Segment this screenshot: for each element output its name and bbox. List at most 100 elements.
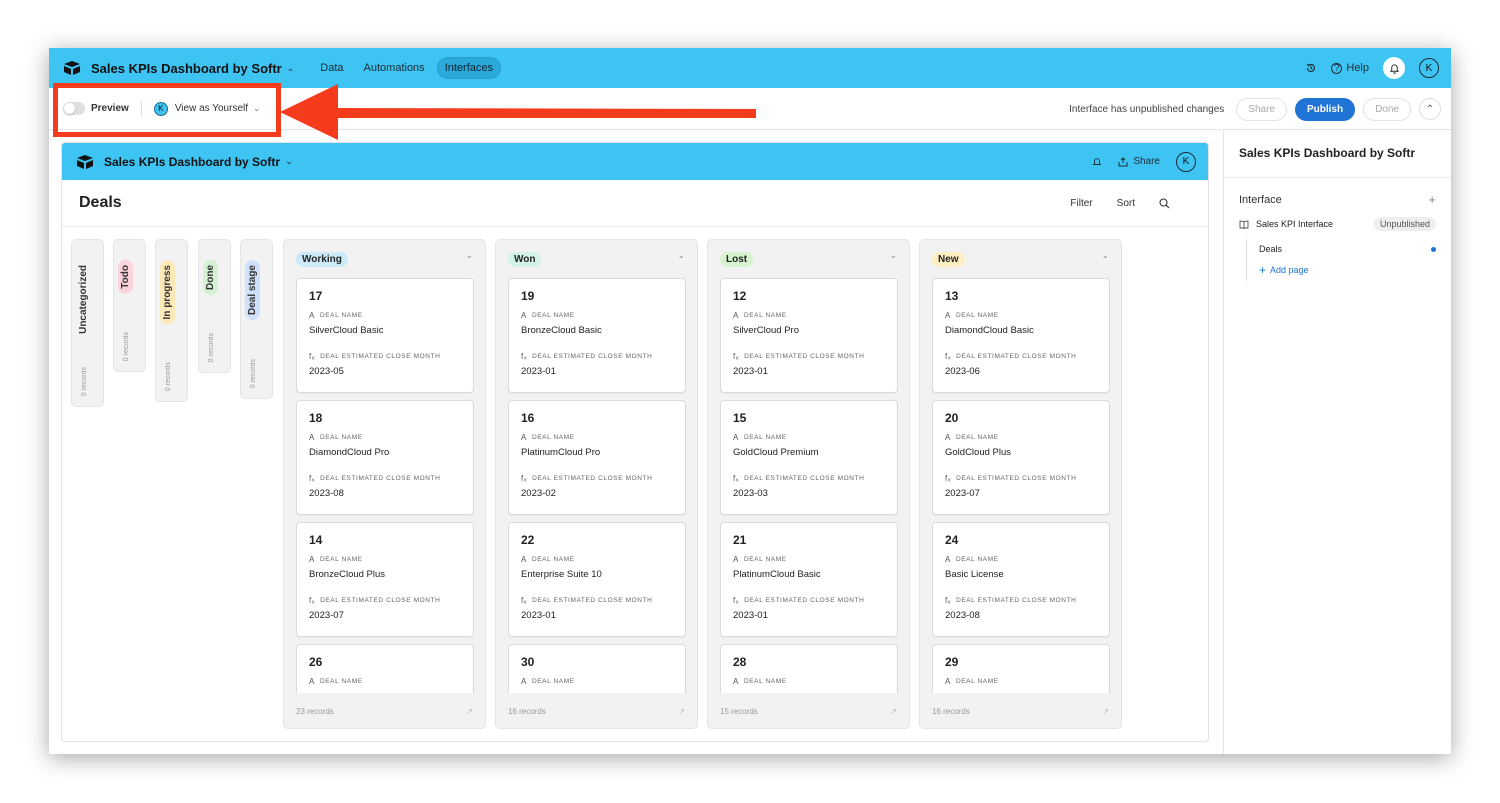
expand-icon[interactable]: ↗ xyxy=(466,707,473,716)
sidebar-divider xyxy=(1224,177,1451,178)
deal-card[interactable]: 14 A DEAL NAME BronzeCloud Plus fₓ DEAL ESTIM… xyxy=(296,522,474,637)
field-label-text: DEAL ESTIMATED CLOSE MONTH xyxy=(532,353,653,360)
deal-card[interactable]: 16 A DEAL NAME PlatinumCloud Pro fₓ DEAL ESTI… xyxy=(508,400,686,515)
text-field-icon: A xyxy=(309,555,315,564)
search-icon[interactable] xyxy=(1159,197,1170,209)
field-label-text: DEAL ESTIMATED CLOSE MONTH xyxy=(320,475,441,482)
page-actions: Filter Sort xyxy=(1070,198,1170,209)
sort-button[interactable]: Sort xyxy=(1117,198,1135,209)
chevron-down-icon[interactable]: ⌄ xyxy=(287,63,295,74)
field-label-close-month: fₓ DEAL ESTIMATED CLOSE MONTH xyxy=(521,352,673,361)
record-id: 26 xyxy=(309,655,323,669)
close-month-value: 2023-03 xyxy=(733,488,768,499)
publish-button[interactable]: Publish xyxy=(1294,97,1356,121)
deal-name-value: PlatinumCloud Pro xyxy=(521,447,601,458)
deal-card[interactable]: 29ADEAL NAMEfₓDEAL ESTIMATED CLOSE MONTH xyxy=(932,644,1110,693)
nav-tab-interfaces[interactable]: Interfaces xyxy=(436,57,501,79)
deal-card[interactable]: 19 A DEAL NAME BronzeCloud Basic fₓ DEAL ESTI… xyxy=(508,278,686,393)
deal-name-value: DiamondCloud Pro xyxy=(309,447,390,458)
card-list: 17 A DEAL NAME SilverCloud Basic fₓ DEAL ESTI… xyxy=(296,278,474,693)
sidebar-section: Interface + xyxy=(1224,192,1451,207)
interface-share-button[interactable]: Share xyxy=(1118,156,1160,167)
deal-card[interactable]: 28ADEAL NAMEfₓDEAL ESTIMATED CLOSE MONTH xyxy=(720,644,898,693)
interface-sidebar: Sales KPIs Dashboard by Softr Interface … xyxy=(1223,130,1451,754)
chevron-up-icon[interactable]: ⌃ xyxy=(1419,98,1441,120)
deal-name-value: PlatinumCloud Basic xyxy=(733,569,821,580)
interface-avatar[interactable]: K xyxy=(1176,151,1196,172)
help-label: Help xyxy=(1346,62,1369,74)
close-month-value: 2023-01 xyxy=(521,366,556,377)
collapsed-column[interactable]: Deal stage 0 records xyxy=(240,239,273,399)
base-title[interactable]: Sales KPIs Dashboard by Softr xyxy=(91,61,282,76)
interface-title[interactable]: Sales KPIs Dashboard by Softr xyxy=(104,155,280,169)
record-id: 15 xyxy=(733,411,747,425)
deal-name-value: Basic License xyxy=(945,569,1004,580)
notifications-button[interactable] xyxy=(1383,57,1405,79)
text-field-icon: A xyxy=(733,677,739,686)
field-label-text: DEAL ESTIMATED CLOSE MONTH xyxy=(956,597,1077,604)
chevron-down-icon[interactable]: ⌄ xyxy=(1101,250,1109,261)
bell-icon[interactable] xyxy=(1092,157,1102,167)
deal-card[interactable]: 20 A DEAL NAME GoldCloud Plus fₓ DEAL ESTIMAT… xyxy=(932,400,1110,515)
deal-card[interactable]: 17 A DEAL NAME SilverCloud Basic fₓ DEAL ESTI… xyxy=(296,278,474,393)
kanban-column: Lost ⌄ 12 A DEAL NAME SilverCloud Pro fₓ DEAL E… xyxy=(707,239,910,729)
done-button[interactable]: Done xyxy=(1363,97,1411,121)
collapsed-column[interactable]: Todo 0 records xyxy=(113,239,146,372)
formula-field-icon: fₓ xyxy=(945,596,952,605)
collapsed-column-count: 0 records xyxy=(250,358,257,388)
collapsed-column-count: 0 records xyxy=(165,361,172,391)
chevron-down-icon[interactable]: ⌄ xyxy=(677,250,685,261)
deal-card[interactable]: 21 A DEAL NAME PlatinumCloud Basic fₓ DEAL ES… xyxy=(720,522,898,637)
add-page-label: Add page xyxy=(1270,265,1309,275)
page-title: Deals xyxy=(79,194,122,211)
record-id: 21 xyxy=(733,533,747,547)
text-field-icon: A xyxy=(521,677,527,686)
text-field-icon: A xyxy=(733,433,739,442)
formula-field-icon: fₓ xyxy=(521,352,528,361)
share-button[interactable]: Share xyxy=(1236,97,1287,121)
record-id: 17 xyxy=(309,289,323,303)
filter-button[interactable]: Filter xyxy=(1070,198,1092,209)
deal-card[interactable]: 26ADEAL NAMEfₓDEAL ESTIMATED CLOSE MONTH xyxy=(296,644,474,693)
expand-icon[interactable]: ↗ xyxy=(1102,707,1109,716)
deal-name-value: DiamondCloud Basic xyxy=(945,325,1034,336)
deal-card[interactable]: 12 A DEAL NAME SilverCloud Pro fₓ DEAL ESTIMA… xyxy=(720,278,898,393)
help-button[interactable]: ? Help xyxy=(1331,62,1369,74)
collapsed-column[interactable]: Uncategorized 0 records xyxy=(71,239,104,407)
annotation-arrow-icon xyxy=(280,84,756,140)
nav-tab-automations[interactable]: Automations xyxy=(356,57,433,79)
expand-icon[interactable]: ↗ xyxy=(890,707,897,716)
collapsed-column[interactable]: Done 0 records xyxy=(198,239,231,373)
interface-header-actions: Share K xyxy=(1092,143,1196,180)
deal-card[interactable]: 24 A DEAL NAME Basic License fₓ DEAL ESTIMATE… xyxy=(932,522,1110,637)
collapsed-column[interactable]: In progress 0 records xyxy=(155,239,188,402)
field-label-text: DEAL NAME xyxy=(319,678,363,685)
sidebar-item-interface[interactable]: Sales KPI Interface Unpublished xyxy=(1224,217,1451,231)
chevron-down-icon[interactable]: ⌄ xyxy=(285,156,293,167)
text-field-icon: A xyxy=(733,555,739,564)
history-icon[interactable] xyxy=(1305,62,1317,74)
annotation-highlight-box xyxy=(53,83,281,137)
sidebar-item-deals[interactable]: Deals xyxy=(1246,239,1436,259)
deal-card[interactable]: 22 A DEAL NAME Enterprise Suite 10 fₓ DEAL ES… xyxy=(508,522,686,637)
deal-card[interactable]: 30ADEAL NAMEfₓDEAL ESTIMATED CLOSE MONTH xyxy=(508,644,686,693)
nav-tab-data[interactable]: Data xyxy=(312,57,351,79)
close-month-value: 2023-01 xyxy=(733,366,768,377)
field-label-deal-name: A DEAL NAME xyxy=(309,433,461,442)
interface-header: Sales KPIs Dashboard by Softr ⌄ Share K xyxy=(62,143,1208,180)
deal-card[interactable]: 15 A DEAL NAME GoldCloud Premium fₓ DEAL ESTI… xyxy=(720,400,898,515)
plus-icon[interactable]: + xyxy=(1428,192,1436,207)
field-label-text: DEAL NAME xyxy=(531,556,575,563)
add-page-button[interactable]: + Add page xyxy=(1246,259,1451,281)
chevron-down-icon[interactable]: ⌄ xyxy=(889,250,897,261)
field-label-deal-name: A DEAL NAME xyxy=(945,555,1097,564)
user-avatar[interactable]: K xyxy=(1419,58,1439,78)
page-header: Deals Filter Sort xyxy=(62,180,1208,227)
deal-card[interactable]: 13 A DEAL NAME DiamondCloud Basic fₓ DEAL EST… xyxy=(932,278,1110,393)
deal-name-value: SilverCloud Basic xyxy=(309,325,384,336)
deal-card[interactable]: 18 A DEAL NAME DiamondCloud Pro fₓ DEAL ESTIM… xyxy=(296,400,474,515)
formula-field-icon: fₓ xyxy=(521,474,528,483)
deal-name-value: Enterprise Suite 10 xyxy=(521,569,602,580)
chevron-down-icon[interactable]: ⌄ xyxy=(465,250,473,261)
expand-icon[interactable]: ↗ xyxy=(678,707,685,716)
